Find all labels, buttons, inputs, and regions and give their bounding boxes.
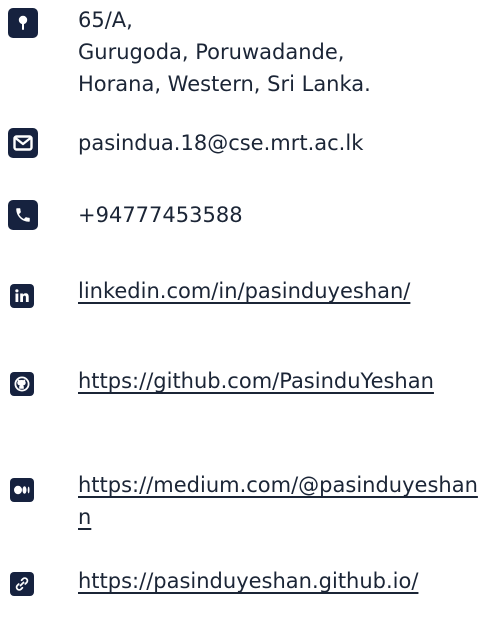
phone-icon (8, 200, 38, 230)
address-line-1: 65/A, (78, 8, 133, 32)
medium-link[interactable]: https://medium.com/@pasinduyeshann (78, 469, 478, 533)
envelope-icon (8, 128, 38, 158)
linkedin-link[interactable]: linkedin.com/in/pasinduyeshan/ (78, 275, 478, 307)
phone-text[interactable]: +94777453588 (78, 199, 472, 231)
linkedin-icon (10, 284, 34, 308)
medium-icon (10, 478, 34, 502)
address-line-2: Gurugoda, Poruwadande, (78, 40, 345, 64)
link-icon (10, 572, 34, 596)
github-icon (10, 372, 34, 396)
email-text[interactable]: pasindua.18@cse.mrt.ac.lk (78, 127, 472, 159)
address-line-3: Horana, Western, Sri Lanka. (78, 72, 371, 96)
address-text: 65/A, Gurugoda, Poruwadande, Horana, Wes… (78, 4, 472, 100)
github-link[interactable]: https://github.com/PasinduYeshan (78, 365, 478, 397)
website-link[interactable]: https://pasinduyeshan.github.io/ (78, 565, 478, 597)
location-pin-icon (8, 8, 38, 38)
